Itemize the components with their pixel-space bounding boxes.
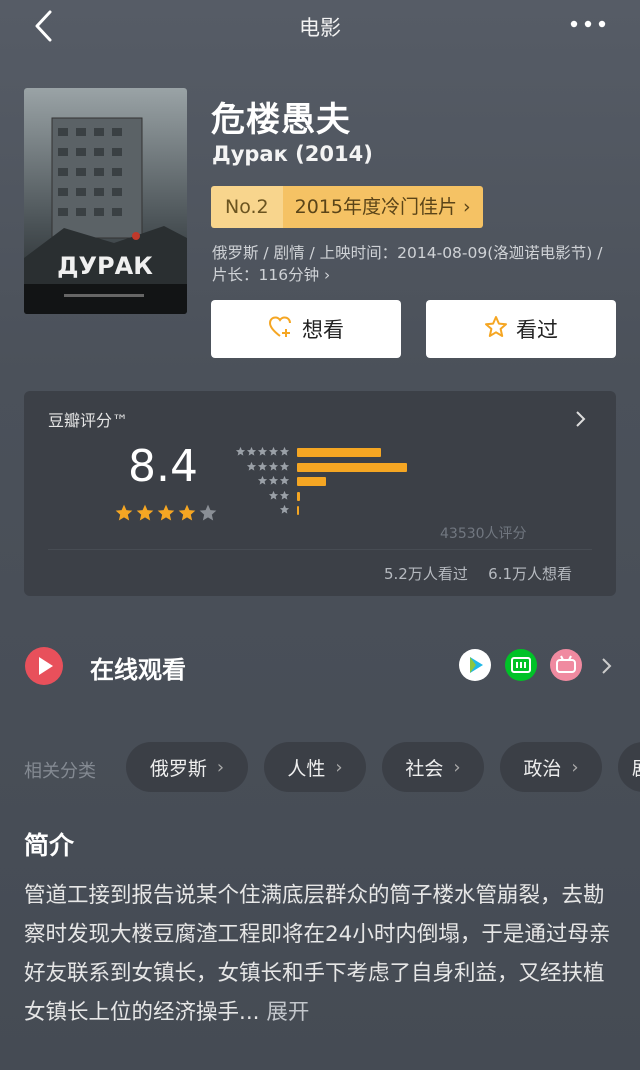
page-title: 电影 [299, 16, 341, 40]
movie-poster[interactable]: ДУРАК [24, 88, 187, 314]
rating-score: 8.4 [128, 441, 198, 492]
play-icon [24, 646, 64, 686]
chevron-right-icon: › [463, 196, 471, 218]
bilibili-icon[interactable] [550, 649, 582, 681]
category-chip-humanity[interactable]: 人性 › [264, 742, 366, 792]
expand-link[interactable]: 展开 [266, 1000, 309, 1025]
chevron-right-icon: › [453, 756, 461, 778]
category-chip-drama[interactable]: 剧 [618, 742, 640, 792]
movie-title: 危楼愚夫 [211, 100, 351, 140]
watched-count: 5.2万人看过 [384, 565, 468, 583]
star-filled-icon [135, 503, 155, 527]
chevron-right-icon: › [571, 756, 579, 778]
rating-row-5-star [230, 446, 530, 458]
rating-row-stars [279, 504, 290, 515]
total-votes: 43530人评分 [440, 526, 527, 542]
chevron-right-icon: › [324, 266, 331, 284]
category-chip-society[interactable]: 社会 › [382, 742, 484, 792]
rating-row-stars [257, 475, 290, 486]
chevron-right-icon[interactable] [600, 656, 614, 676]
watch-stats: 5.2万人看过 6.1万人想看 [384, 563, 572, 584]
star-outline-icon [484, 315, 516, 344]
want-to-watch-label: 想看 [302, 318, 344, 342]
star-empty-icon [198, 503, 218, 527]
watched-button[interactable]: 看过 [426, 300, 616, 358]
rank-number: No.2 [211, 186, 283, 228]
tencent-video-icon[interactable] [459, 649, 491, 681]
chevron-right-icon: › [335, 756, 343, 778]
category-chip-politics[interactable]: 政治 › [500, 742, 602, 792]
rating-row-1-star [230, 504, 530, 516]
iqiyi-icon[interactable] [505, 649, 537, 681]
movie-meta[interactable]: 俄罗斯 / 剧情 / 上映时间：2014-08-09(洛迦诺电影节) / 片长：… [212, 242, 612, 286]
rating-row-4-star [230, 461, 530, 473]
movie-original-title: Дурак (2014) [212, 142, 373, 166]
rating-bar [297, 462, 407, 472]
rating-bar [297, 448, 381, 457]
rating-row-2-star [230, 490, 530, 502]
want-to-watch-button[interactable]: 想看 [211, 300, 401, 358]
rating-row-3-star [230, 475, 530, 487]
wanted-count: 6.1万人想看 [488, 565, 573, 583]
chevron-right-icon[interactable] [574, 409, 588, 429]
rating-card[interactable]: 豆瓣评分™ 8.4 43530人评分 5.2万人看过 6.1万人想看 [24, 391, 616, 596]
more-horizontal-icon[interactable] [568, 16, 608, 32]
category-chip-russia[interactable]: 俄罗斯 › [126, 742, 248, 792]
rank-label: 2015年度冷门佳片 › [282, 186, 483, 228]
ranking-badge[interactable]: No.2 2015年度冷门佳片 › [211, 186, 483, 228]
rating-row-stars [268, 490, 290, 501]
divider [48, 549, 592, 550]
heart-add-icon [268, 315, 302, 344]
star-filled-icon [114, 503, 134, 527]
rating-bar [297, 506, 299, 515]
rating-source-label: 豆瓣评分™ [48, 411, 129, 430]
poster-title-text: ДУРАК [57, 252, 153, 280]
rating-row-stars [246, 461, 290, 472]
rating-row-stars [235, 446, 290, 457]
rating-stars [114, 503, 218, 527]
intro-title: 简介 [24, 831, 75, 860]
watched-label: 看过 [516, 318, 558, 342]
chevron-right-icon: › [216, 756, 225, 778]
star-filled-icon [177, 503, 197, 527]
intro-text: 管道工接到报告说某个住满底层群众的筒子楼水管崩裂，去勘察时发现大楼豆腐渣工程即将… [24, 883, 611, 1025]
rating-bar [297, 491, 301, 501]
online-watch-title: 在线观看 [90, 656, 186, 684]
rating-bar [297, 477, 326, 486]
related-categories-label: 相关分类 [24, 761, 96, 782]
star-filled-icon [156, 503, 176, 527]
